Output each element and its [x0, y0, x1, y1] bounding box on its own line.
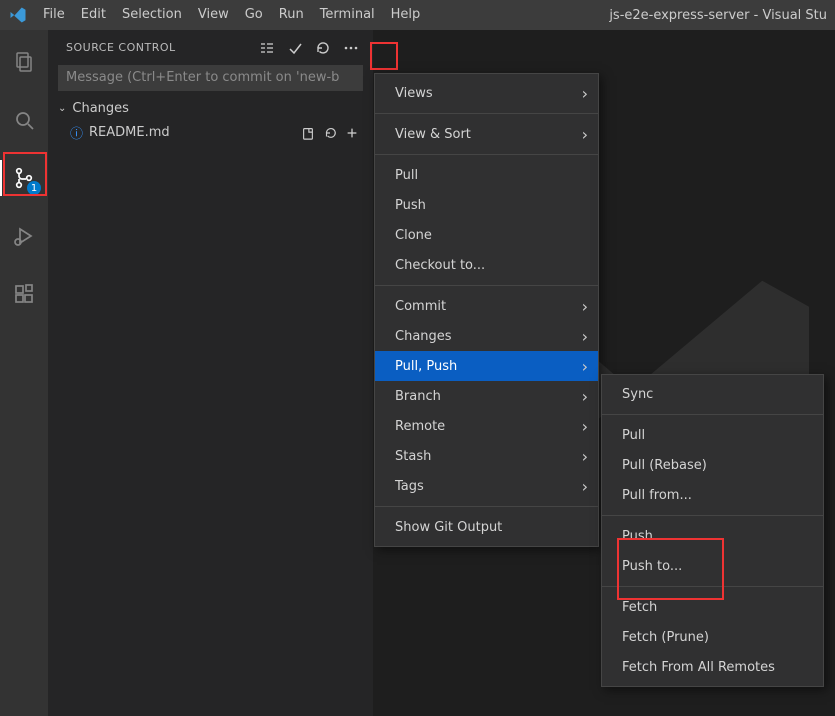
menu-push[interactable]: Push [375, 190, 598, 220]
more-actions-icon[interactable] [339, 36, 363, 60]
menu-go[interactable]: Go [237, 0, 271, 30]
separator [375, 506, 598, 507]
menu-help[interactable]: Help [383, 0, 429, 30]
file-row-actions [301, 126, 363, 140]
menu-commit[interactable]: Commit [375, 291, 598, 321]
separator [375, 285, 598, 286]
pull-push-submenu: Sync Pull Pull (Rebase) Pull from... Pus… [601, 374, 824, 687]
submenu-sync[interactable]: Sync [602, 379, 823, 409]
changes-section-label: Changes [72, 101, 129, 116]
vscode-logo-icon [0, 6, 35, 24]
activity-search-icon[interactable] [0, 96, 48, 144]
separator [602, 414, 823, 415]
commit-icon[interactable] [283, 36, 307, 60]
activity-run-debug-icon[interactable] [0, 212, 48, 260]
submenu-push[interactable]: Push [602, 521, 823, 551]
changes-section-header[interactable]: ⌄ Changes [48, 97, 373, 120]
stage-changes-icon[interactable] [345, 126, 363, 140]
source-control-header: SOURCE CONTROL [48, 30, 373, 65]
submenu-pull-from[interactable]: Pull from... [602, 480, 823, 510]
menu-edit[interactable]: Edit [73, 0, 114, 30]
info-icon: ⓘ [70, 123, 83, 142]
changed-file-row[interactable]: ⓘ README.md [48, 120, 373, 145]
activity-source-control-icon[interactable]: 1 [0, 154, 48, 202]
menu-changes[interactable]: Changes [375, 321, 598, 351]
menu-view[interactable]: View [190, 0, 237, 30]
separator [602, 586, 823, 587]
menu-show-git-output[interactable]: Show Git Output [375, 512, 598, 542]
menu-file[interactable]: File [35, 0, 73, 30]
submenu-pull-rebase[interactable]: Pull (Rebase) [602, 450, 823, 480]
menu-pull[interactable]: Pull [375, 160, 598, 190]
menu-stash[interactable]: Stash [375, 441, 598, 471]
chevron-down-icon: ⌄ [58, 103, 66, 114]
menu-view-and-sort[interactable]: View & Sort [375, 119, 598, 149]
menu-clone[interactable]: Clone [375, 220, 598, 250]
menu-views[interactable]: Views [375, 78, 598, 108]
menu-tags[interactable]: Tags [375, 471, 598, 501]
activity-explorer-icon[interactable] [0, 38, 48, 86]
commit-message-input[interactable]: Message (Ctrl+Enter to commit on 'new-b [58, 65, 363, 91]
submenu-fetch-all-remotes[interactable]: Fetch From All Remotes [602, 652, 823, 682]
changed-file-name: README.md [89, 125, 295, 140]
separator [375, 113, 598, 114]
source-control-title: SOURCE CONTROL [66, 41, 255, 54]
menu-remote[interactable]: Remote [375, 411, 598, 441]
refresh-icon[interactable] [311, 36, 335, 60]
source-control-actions [255, 36, 363, 60]
activity-extensions-icon[interactable] [0, 270, 48, 318]
separator [375, 154, 598, 155]
submenu-fetch-prune[interactable]: Fetch (Prune) [602, 622, 823, 652]
activity-bar: 1 [0, 30, 48, 716]
menu-selection[interactable]: Selection [114, 0, 190, 30]
menu-terminal[interactable]: Terminal [312, 0, 383, 30]
scm-more-context-menu: Views View & Sort Pull Push Clone Checko… [374, 73, 599, 547]
view-as-tree-icon[interactable] [255, 36, 279, 60]
discard-changes-icon[interactable] [323, 126, 341, 140]
menu-branch[interactable]: Branch [375, 381, 598, 411]
separator [602, 515, 823, 516]
scm-badge: 1 [27, 181, 41, 195]
open-file-icon[interactable] [301, 126, 319, 140]
source-control-panel: SOURCE CONTROL Message (Ctrl+Enter to co… [48, 30, 373, 716]
menu-run[interactable]: Run [271, 0, 312, 30]
menubar: File Edit Selection View Go Run Terminal… [35, 0, 428, 30]
submenu-push-to[interactable]: Push to... [602, 551, 823, 581]
title-bar: File Edit Selection View Go Run Terminal… [0, 0, 835, 30]
submenu-fetch[interactable]: Fetch [602, 592, 823, 622]
window-title: js-e2e-express-server - Visual Stu [609, 8, 835, 23]
submenu-pull[interactable]: Pull [602, 420, 823, 450]
menu-pull-push[interactable]: Pull, Push [375, 351, 598, 381]
menu-checkout-to[interactable]: Checkout to... [375, 250, 598, 280]
